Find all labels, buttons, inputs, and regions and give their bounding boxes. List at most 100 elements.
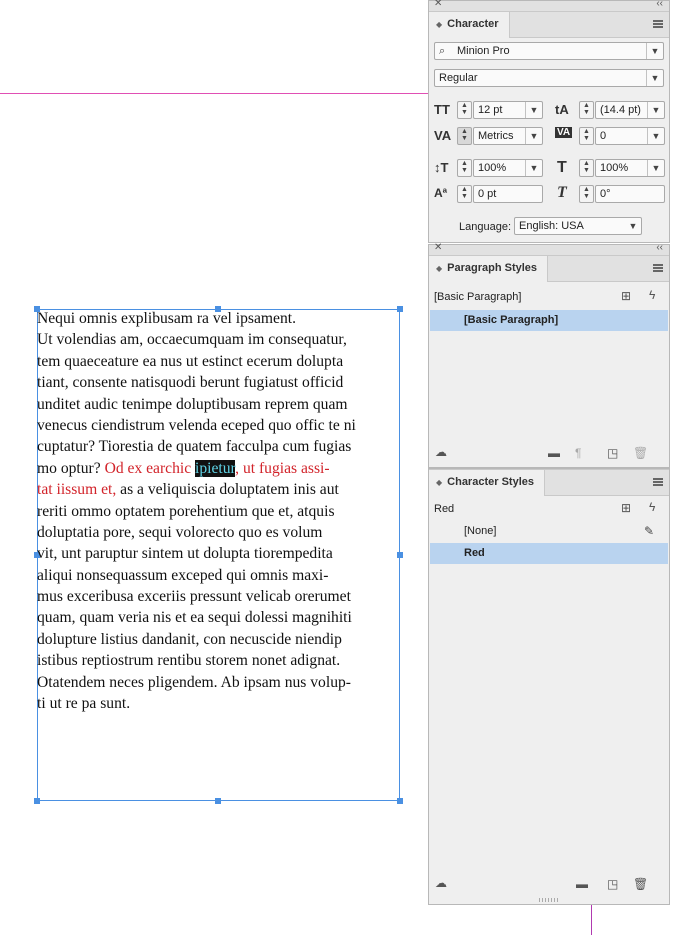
story-text-run: reriti ommo optatem porehentium que et, … (37, 502, 335, 520)
story-text-run: dolupture listius dandanit, con necuscid… (37, 630, 342, 648)
story-line: cuptatur? Tiorestia de quatem facculpa c… (37, 436, 403, 457)
create-style-from-selection-icon[interactable]: ⊞ (621, 289, 631, 303)
new-style-icon[interactable]: ◳ (607, 877, 618, 891)
story-line: quam, quam veria nis et ea sequi dolessi… (37, 607, 403, 628)
panel-menu-icon[interactable] (653, 20, 663, 28)
kerning-field[interactable]: Metrics ▼ (473, 127, 543, 145)
chevron-down-icon: ▼ (647, 160, 664, 176)
tracking-field[interactable]: 0 ▼ (595, 127, 665, 145)
vertical-scale-stepper[interactable]: ▲ ▼ (457, 159, 472, 177)
lightning-icon[interactable]: ϟ (649, 500, 655, 514)
story-line: tem quaeceature ea nus ut estinct ecerum… (37, 351, 403, 372)
frame-handle-bottom-right[interactable] (397, 798, 403, 804)
list-item[interactable]: Red (430, 543, 668, 564)
horizontal-scale-field[interactable]: 100% ▼ (595, 159, 665, 177)
panel-menu-icon[interactable] (653, 478, 663, 486)
skew-icon: T (557, 184, 567, 201)
list-item[interactable]: [Basic Paragraph] (430, 310, 668, 331)
font-size-icon: TT (434, 102, 450, 117)
story-text-run: Otatendem neces pligendem. Ab ipsam nus … (37, 673, 351, 691)
panel-menu-icon[interactable] (653, 264, 663, 272)
collapse-icon[interactable]: ‹‹ (656, 242, 663, 253)
story-text-run: quam, quam veria nis et ea sequi dolessi… (37, 609, 352, 627)
kerning-stepper[interactable]: ▲ ▼ (457, 127, 472, 145)
panel-title-bar: ✕ ‹‹ (429, 242, 669, 256)
chevron-updown-icon: ◆ (436, 478, 443, 487)
story-text-run: Ut volendias am, occaecumquam im consequ… (37, 331, 347, 349)
chevron-updown-icon: ◆ (436, 264, 443, 273)
red-styled-text: Od ex earchic (104, 459, 196, 477)
font-size-field[interactable]: 12 pt ▼ (473, 101, 543, 119)
leading-stepper[interactable]: ▲ ▼ (579, 101, 594, 119)
story-text-run: istibus reptiostrum rentibu storem nonet… (37, 652, 341, 670)
story-text-run: doluptatia pore, sequi volorecto quo es … (37, 523, 323, 541)
red-styled-text: tat iissum et, (37, 481, 117, 499)
leading-icon: tA (555, 102, 569, 117)
tracking-stepper[interactable]: ▲ ▼ (579, 127, 594, 145)
font-family-dropdown[interactable]: ⌕ Minion Pro ▼ (434, 42, 664, 60)
story-line: mus exceribusa exceriis pressunt velicab… (37, 586, 403, 607)
folder-icon[interactable]: ▬ (548, 446, 560, 460)
horizontal-scale-icon: T (557, 159, 567, 176)
trash-icon[interactable]: 🗑 (633, 877, 648, 891)
story-text-run: aliqui nonsequassum exceped qui omnis ma… (37, 566, 329, 584)
tracking-icon: VA (555, 127, 573, 138)
folder-icon[interactable]: ▬ (576, 877, 588, 891)
story-line: venecus ciendistrum velenda eceped quo o… (37, 415, 403, 436)
skew-field[interactable]: 0° (595, 185, 665, 203)
language-dropdown[interactable]: English: USA ▼ (514, 217, 642, 235)
tab-character-styles[interactable]: ◆ Character Styles (429, 470, 545, 496)
frame-handle-bottom-left[interactable] (34, 798, 40, 804)
story-text-run: vit, unt paruptur sintem ut dolupta tior… (37, 545, 333, 563)
close-icon[interactable]: ✕ (434, 0, 442, 9)
tab-paragraph-styles[interactable]: ◆ Paragraph Styles (429, 256, 549, 282)
paragraph-styles-panel: ✕ ‹‹ ◆ Paragraph Styles [Basic Paragraph]… (428, 242, 670, 468)
chevron-down-icon: ▼ (646, 43, 663, 59)
list-item[interactable]: [None] ✎ (430, 521, 668, 542)
story-line: tiant, consente natisquodi berunt fugiat… (37, 372, 403, 393)
kerning-icon: VA (434, 128, 452, 143)
chevron-down-icon: ▼ (646, 70, 663, 86)
baseline-shift-field[interactable]: 0 pt (473, 185, 543, 203)
cloud-library-icon[interactable]: ☁ (435, 876, 447, 890)
story-line: reriti ommo optatem porehentium que et, … (37, 501, 403, 522)
story-line: aliqui nonsequassum exceped qui omnis ma… (37, 565, 403, 586)
pencil-cross-icon: ✎ (644, 524, 655, 538)
trash-icon[interactable]: 🗑 (633, 446, 648, 460)
story-text[interactable]: Nequi omnis explibusam ra vel ipsament. U… (37, 308, 403, 714)
story-line: Ut volendias am, occaecumquam im consequ… (37, 329, 403, 350)
vertical-scale-field[interactable]: 100% ▼ (473, 159, 543, 177)
story-text-run: tem quaeceature ea nus ut estinct ecerum… (37, 352, 344, 370)
vertical-guide (591, 905, 592, 935)
red-styled-text: , ut fugias assi- (235, 459, 330, 477)
baseline-shift-stepper[interactable]: ▲ ▼ (457, 185, 472, 203)
chevron-down-icon: ▼ (647, 102, 664, 118)
close-icon[interactable]: ✕ (434, 242, 442, 253)
tab-character[interactable]: ◆ Character (429, 12, 510, 38)
leading-field[interactable]: (14.4 pt) ▼ (595, 101, 665, 119)
story-text-run: venecus ciendistrum velenda eceped quo o… (37, 416, 356, 434)
story-line: istibus reptiostrum rentibu storem nonet… (37, 650, 403, 671)
story-text-run: cuptatur? Tiorestia de quatem facculpa c… (37, 438, 352, 456)
font-style-dropdown[interactable]: Regular ▼ (434, 69, 664, 87)
cloud-library-icon[interactable]: ☁ (435, 445, 447, 459)
collapse-icon[interactable]: ‹‹ (656, 0, 663, 9)
vertical-scale-icon: ↕T (434, 160, 449, 175)
font-size-stepper[interactable]: ▲ ▼ (457, 101, 472, 119)
resize-grip[interactable] (539, 898, 559, 902)
clear-overrides-icon[interactable]: ¶ (575, 446, 581, 460)
horizontal-scale-stepper[interactable]: ▲ ▼ (579, 159, 594, 177)
chevron-down-icon: ▼ (525, 102, 542, 118)
frame-handle-bottom-center[interactable] (215, 798, 221, 804)
story-text-run: as a veliquiscia doluptatem inis aut (116, 481, 339, 499)
baseline-shift-icon: Aª (434, 186, 448, 200)
skew-stepper[interactable]: ▲ ▼ (579, 185, 594, 203)
create-style-from-selection-icon[interactable]: ⊞ (621, 501, 631, 515)
story-line: tat iissum et, as a veliquiscia doluptat… (37, 479, 403, 500)
story-line: ti ut re pa sunt. (37, 693, 403, 714)
story-line: unditet audic tenimpe doluptibusam repre… (37, 394, 403, 415)
story-text-run: tiant, consente natisquodi berunt fugiat… (37, 374, 344, 392)
lightning-icon[interactable]: ϟ (649, 288, 655, 302)
new-style-icon[interactable]: ◳ (607, 446, 618, 460)
story-line: Otatendem neces pligendem. Ab ipsam nus … (37, 672, 403, 693)
